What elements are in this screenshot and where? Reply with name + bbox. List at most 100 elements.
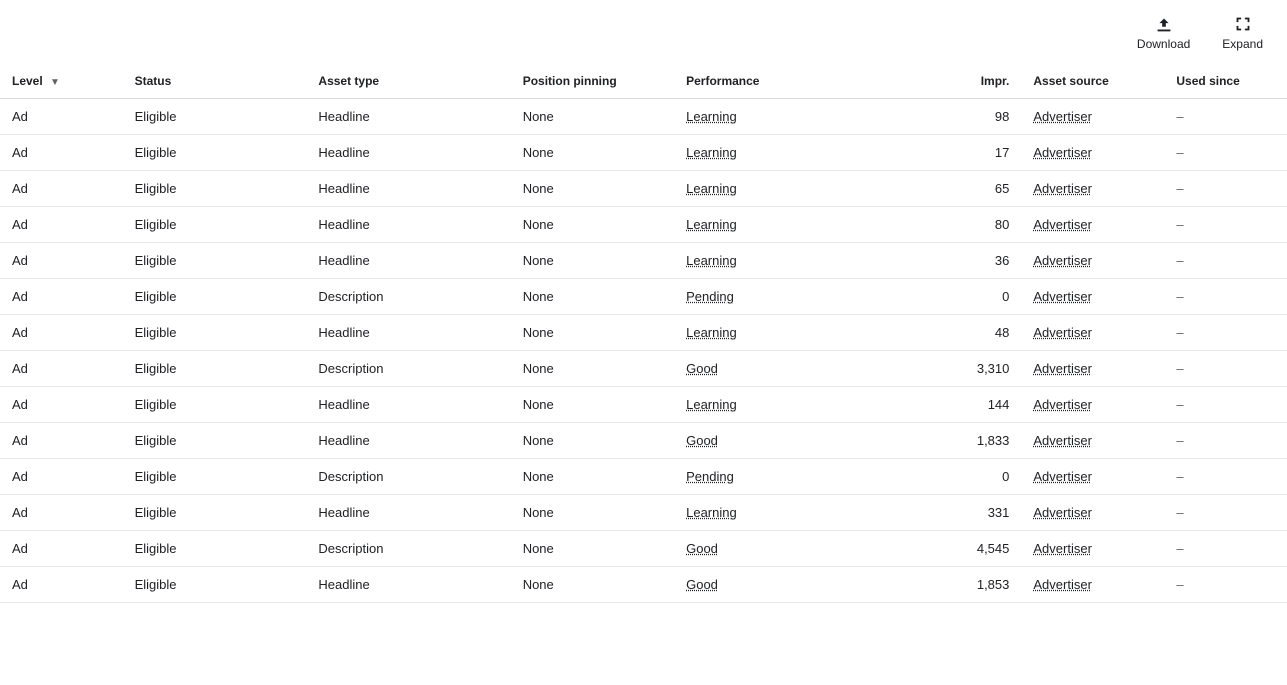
cell-position_pinning: None — [511, 351, 674, 387]
cell-impr: 144 — [919, 387, 1021, 423]
cell-asset_source[interactable]: Advertiser — [1021, 567, 1164, 603]
cell-used_since: – — [1164, 171, 1287, 207]
cell-impr: 0 — [919, 279, 1021, 315]
table-row: AdEligibleHeadlineNoneLearning36Advertis… — [0, 243, 1287, 279]
cell-used_since: – — [1164, 315, 1287, 351]
table-row: AdEligibleDescriptionNoneGood3,310Advert… — [0, 351, 1287, 387]
cell-level: Ad — [0, 243, 123, 279]
cell-asset_type: Headline — [306, 423, 510, 459]
cell-status: Eligible — [123, 279, 307, 315]
cell-performance[interactable]: Pending — [674, 459, 919, 495]
cell-asset_type: Description — [306, 279, 510, 315]
toolbar: Download Expand — [0, 0, 1287, 64]
cell-asset_source[interactable]: Advertiser — [1021, 207, 1164, 243]
cell-level: Ad — [0, 99, 123, 135]
cell-status: Eligible — [123, 531, 307, 567]
col-header-asset-source: Asset source — [1021, 64, 1164, 99]
cell-asset_source[interactable]: Advertiser — [1021, 387, 1164, 423]
cell-asset_type: Headline — [306, 171, 510, 207]
cell-asset_type: Headline — [306, 387, 510, 423]
cell-asset_source[interactable]: Advertiser — [1021, 99, 1164, 135]
cell-level: Ad — [0, 423, 123, 459]
cell-used_since: – — [1164, 387, 1287, 423]
download-button[interactable]: Download — [1129, 9, 1198, 55]
cell-asset_source[interactable]: Advertiser — [1021, 243, 1164, 279]
cell-performance[interactable]: Learning — [674, 99, 919, 135]
cell-position_pinning: None — [511, 243, 674, 279]
cell-impr: 3,310 — [919, 351, 1021, 387]
cell-asset_type: Description — [306, 531, 510, 567]
cell-position_pinning: None — [511, 279, 674, 315]
cell-impr: 36 — [919, 243, 1021, 279]
cell-status: Eligible — [123, 459, 307, 495]
cell-performance[interactable]: Good — [674, 531, 919, 567]
expand-label: Expand — [1222, 37, 1263, 51]
cell-performance[interactable]: Learning — [674, 207, 919, 243]
cell-level: Ad — [0, 315, 123, 351]
col-header-position-pinning: Position pinning — [511, 64, 674, 99]
cell-impr: 17 — [919, 135, 1021, 171]
cell-performance[interactable]: Learning — [674, 135, 919, 171]
cell-asset_source[interactable]: Advertiser — [1021, 351, 1164, 387]
cell-asset_type: Headline — [306, 135, 510, 171]
cell-used_since: – — [1164, 351, 1287, 387]
cell-asset_source[interactable]: Advertiser — [1021, 315, 1164, 351]
cell-level: Ad — [0, 387, 123, 423]
assets-table: Level ▼ Status Asset type Position pinni… — [0, 64, 1287, 603]
cell-performance[interactable]: Good — [674, 351, 919, 387]
cell-performance[interactable]: Learning — [674, 387, 919, 423]
cell-performance[interactable]: Learning — [674, 315, 919, 351]
cell-level: Ad — [0, 567, 123, 603]
cell-asset_source[interactable]: Advertiser — [1021, 279, 1164, 315]
cell-status: Eligible — [123, 315, 307, 351]
col-header-level[interactable]: Level ▼ — [0, 64, 123, 99]
cell-status: Eligible — [123, 243, 307, 279]
cell-level: Ad — [0, 531, 123, 567]
cell-position_pinning: None — [511, 459, 674, 495]
table-row: AdEligibleHeadlineNoneLearning98Advertis… — [0, 99, 1287, 135]
cell-performance[interactable]: Learning — [674, 495, 919, 531]
cell-asset_source[interactable]: Advertiser — [1021, 531, 1164, 567]
table-row: AdEligibleHeadlineNoneLearning48Advertis… — [0, 315, 1287, 351]
cell-asset_type: Headline — [306, 315, 510, 351]
cell-impr: 80 — [919, 207, 1021, 243]
col-header-impr: Impr. — [919, 64, 1021, 99]
cell-asset_type: Description — [306, 459, 510, 495]
cell-position_pinning: None — [511, 135, 674, 171]
table-row: AdEligibleHeadlineNoneGood1,833Advertise… — [0, 423, 1287, 459]
table-row: AdEligibleDescriptionNonePending0Adverti… — [0, 459, 1287, 495]
cell-impr: 0 — [919, 459, 1021, 495]
cell-impr: 48 — [919, 315, 1021, 351]
cell-status: Eligible — [123, 99, 307, 135]
cell-used_since: – — [1164, 135, 1287, 171]
download-label: Download — [1137, 37, 1190, 51]
cell-performance[interactable]: Learning — [674, 171, 919, 207]
cell-position_pinning: None — [511, 495, 674, 531]
cell-asset_source[interactable]: Advertiser — [1021, 135, 1164, 171]
cell-level: Ad — [0, 171, 123, 207]
cell-asset_source[interactable]: Advertiser — [1021, 423, 1164, 459]
cell-position_pinning: None — [511, 315, 674, 351]
cell-status: Eligible — [123, 351, 307, 387]
cell-impr: 331 — [919, 495, 1021, 531]
cell-status: Eligible — [123, 207, 307, 243]
cell-position_pinning: None — [511, 567, 674, 603]
cell-used_since: – — [1164, 99, 1287, 135]
cell-status: Eligible — [123, 387, 307, 423]
cell-performance[interactable]: Pending — [674, 279, 919, 315]
cell-performance[interactable]: Good — [674, 567, 919, 603]
table-header-row: Level ▼ Status Asset type Position pinni… — [0, 64, 1287, 99]
cell-asset_type: Headline — [306, 243, 510, 279]
cell-asset_source[interactable]: Advertiser — [1021, 459, 1164, 495]
data-table-container: Level ▼ Status Asset type Position pinni… — [0, 64, 1287, 603]
cell-asset_source[interactable]: Advertiser — [1021, 171, 1164, 207]
cell-asset_type: Description — [306, 351, 510, 387]
cell-used_since: – — [1164, 423, 1287, 459]
table-row: AdEligibleDescriptionNonePending0Adverti… — [0, 279, 1287, 315]
cell-asset_source[interactable]: Advertiser — [1021, 495, 1164, 531]
cell-performance[interactable]: Good — [674, 423, 919, 459]
cell-asset_type: Headline — [306, 207, 510, 243]
expand-button[interactable]: Expand — [1214, 9, 1271, 55]
cell-performance[interactable]: Learning — [674, 243, 919, 279]
cell-impr: 65 — [919, 171, 1021, 207]
